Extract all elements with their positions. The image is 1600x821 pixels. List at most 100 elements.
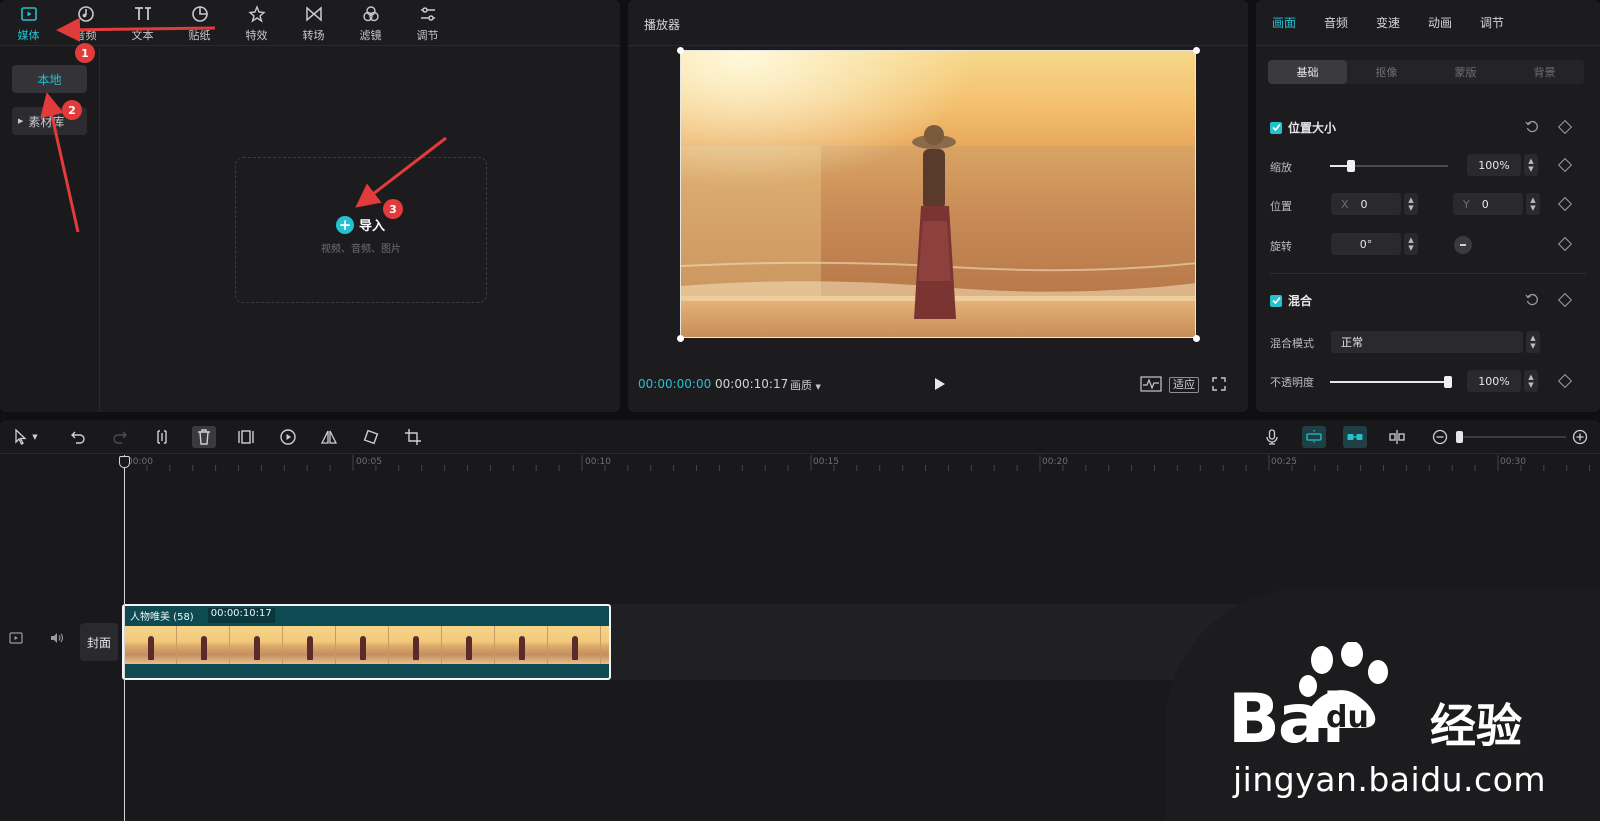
select-tool-button[interactable]: ▼ (8, 427, 42, 447)
tab-transition[interactable]: 转场 (285, 0, 342, 46)
resize-handle-bottom-right[interactable] (1193, 335, 1200, 342)
import-drop-zone[interactable]: + 导入 视频、音频、图片 (235, 157, 487, 303)
local-button[interactable]: 本地 (12, 65, 87, 93)
transition-icon (304, 4, 324, 24)
blend-checkbox-icon[interactable] (1270, 294, 1282, 307)
reset-icon[interactable] (1525, 120, 1539, 134)
reverse-button[interactable] (278, 427, 298, 447)
subtab-background[interactable]: 背景 (1505, 60, 1584, 84)
rotate-stepper[interactable]: ▲ ▼ (1404, 233, 1418, 255)
rotate-dial-icon[interactable] (1454, 236, 1472, 254)
resize-handle-top-left[interactable] (677, 47, 684, 54)
blend-reset-icon[interactable] (1525, 293, 1539, 307)
tab-media[interactable]: 媒体 (0, 0, 57, 46)
resize-handle-top-right[interactable] (1193, 47, 1200, 54)
thumbnail-figure (148, 636, 154, 660)
position-y-stepper[interactable]: ▲ ▼ (1526, 193, 1540, 215)
zoom-in-button[interactable] (1570, 427, 1590, 447)
import-button[interactable]: + 导入 (336, 215, 385, 234)
tab-text[interactable]: 文本 (114, 0, 171, 46)
position-size-section[interactable]: 位置大小 (1270, 119, 1336, 136)
position-x-input[interactable]: X0 (1331, 193, 1401, 215)
video-preview[interactable] (680, 50, 1196, 338)
tab-adjust[interactable]: 调节 (399, 0, 456, 46)
blend-keyframe-icon[interactable] (1557, 292, 1573, 308)
auto-snap-button[interactable] (1343, 426, 1367, 448)
zoom-out-button[interactable] (1430, 427, 1450, 447)
rotate-keyframe-icon[interactable] (1557, 236, 1573, 252)
position-keyframe-icon[interactable] (1557, 196, 1573, 212)
blend-mode-stepper[interactable]: ▲ ▼ (1526, 331, 1540, 353)
crop-button[interactable] (403, 427, 423, 447)
preview-axis-button[interactable] (1387, 427, 1407, 447)
mirror-button[interactable] (319, 427, 339, 447)
keyframe-diamond-icon[interactable] (1557, 119, 1573, 135)
undo-button[interactable] (68, 427, 88, 447)
scale-input[interactable]: 100% (1467, 154, 1521, 176)
opacity-slider-knob[interactable] (1444, 376, 1452, 388)
beach-sunset-image (681, 51, 1195, 337)
caret-down-icon: ▼ (815, 383, 821, 391)
blend-section[interactable]: 混合 (1270, 292, 1312, 309)
tab-effects[interactable]: 特效 (228, 0, 285, 46)
waveform-button[interactable] (1140, 375, 1162, 393)
preview-axis-icon (1389, 430, 1405, 444)
video-clip[interactable]: 人物唯美 (58) 00:00:10:17 (122, 604, 611, 680)
media-panel: 媒体 音频 文本 贴纸 特效 转场 滤镜 调节 本地 ▶ 素材库 + 导入 视频… (0, 0, 620, 412)
tab-prop-adjust[interactable]: 调节 (1480, 14, 1532, 31)
opacity-stepper[interactable]: ▲ ▼ (1524, 370, 1538, 392)
playhead-handle[interactable] (119, 456, 130, 468)
rotate-button[interactable] (361, 427, 381, 447)
opacity-keyframe-icon[interactable] (1557, 373, 1573, 389)
timeline-ruler[interactable]: 00:00 00:05 00:10 00:15 00:20 00:25 00:3… (0, 455, 1600, 471)
chevron-down-icon: ▼ (32, 433, 38, 441)
clip-name: 人物唯美 (58) (130, 612, 194, 623)
total-timecode: 00:00:10:17 (715, 377, 789, 391)
subtab-keying[interactable]: 抠像 (1347, 60, 1426, 84)
snap-main-track-button[interactable] (1302, 426, 1326, 448)
scale-stepper[interactable]: ▲ ▼ (1524, 154, 1538, 176)
track-mute-toggle[interactable] (49, 630, 65, 646)
split-button[interactable] (152, 427, 172, 447)
cover-button[interactable]: 封面 (80, 623, 118, 661)
resize-handle-bottom-left[interactable] (677, 335, 684, 342)
scale-slider-knob[interactable] (1347, 160, 1356, 172)
redo-button[interactable] (110, 427, 130, 447)
delete-button[interactable] (192, 426, 216, 448)
tab-animation[interactable]: 动画 (1428, 14, 1480, 31)
tab-filter[interactable]: 滤镜 (342, 0, 399, 46)
blend-mode-select[interactable]: 正常 (1331, 331, 1523, 353)
thumbnail-figure (201, 636, 207, 660)
clip-thumbnail (548, 626, 601, 664)
opacity-input[interactable]: 100% (1467, 370, 1521, 392)
zoom-slider-track[interactable] (1456, 436, 1566, 438)
tab-audio[interactable]: 音频 (57, 0, 114, 46)
subtab-basic[interactable]: 基础 (1268, 60, 1347, 84)
tab-speed[interactable]: 变速 (1376, 14, 1428, 31)
subtab-mask[interactable]: 蒙版 (1426, 60, 1505, 84)
blend-mode-label: 混合模式 (1270, 337, 1314, 350)
freeze-button[interactable] (236, 427, 256, 447)
fit-button[interactable]: 适应 (1169, 377, 1199, 393)
tab-sticker[interactable]: 贴纸 (171, 0, 228, 46)
scale-keyframe-icon[interactable] (1557, 157, 1573, 173)
annotation-badge-3: 3 (383, 199, 403, 219)
rotate-input[interactable]: 0° (1331, 233, 1401, 255)
play-button[interactable] (931, 375, 949, 393)
clip-header: 人物唯美 (58) 00:00:10:17 (130, 608, 275, 623)
position-x-stepper[interactable]: ▲ ▼ (1404, 193, 1418, 215)
zoom-slider-knob[interactable] (1456, 431, 1463, 443)
record-audio-button[interactable] (1262, 427, 1282, 447)
tab-prop-audio[interactable]: 音频 (1324, 14, 1376, 31)
checkbox-checked-icon[interactable] (1270, 121, 1282, 134)
position-y-input[interactable]: Y0 (1453, 193, 1523, 215)
track-video-toggle[interactable] (8, 630, 24, 646)
video-track-icon (9, 632, 23, 644)
split-icon (157, 430, 167, 444)
tab-picture[interactable]: 画面 (1272, 14, 1324, 31)
thumbnail-figure (519, 636, 525, 660)
quality-dropdown[interactable]: 画质 ▼ (790, 377, 821, 393)
playhead[interactable] (124, 455, 125, 821)
fullscreen-button[interactable] (1212, 375, 1226, 393)
watermark-cn: 经验 (1430, 699, 1522, 753)
